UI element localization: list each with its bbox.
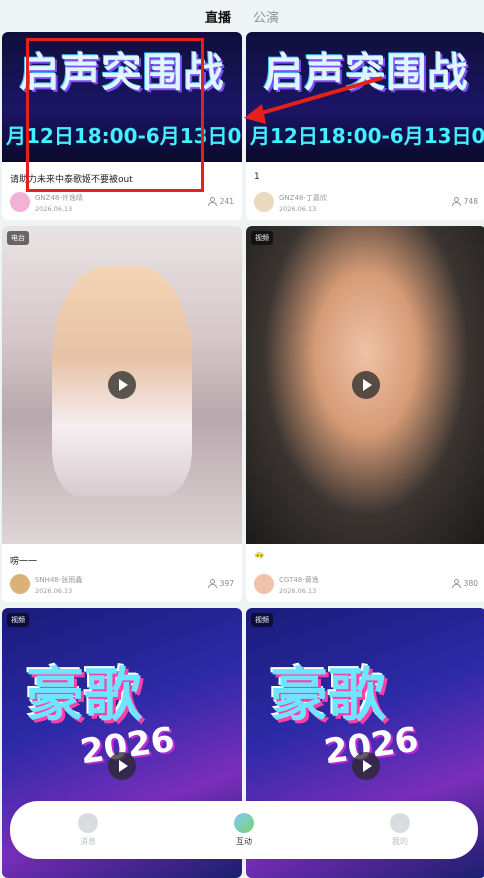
card-date: 2026.06.13 [35,205,73,213]
viewer-icon [207,579,217,588]
viewer-icon [451,579,461,588]
card-date: 2026.06.13 [35,587,73,595]
live-card[interactable]: 电台 唠一一 SNH48-张雨鑫 2026.06.13 397 [2,226,242,602]
play-button[interactable] [108,371,136,399]
card-thumbnail [2,226,242,544]
play-button[interactable] [108,752,136,780]
avatar [10,574,30,594]
view-count: 380 [451,579,478,588]
card-title: 唠一一 [10,557,38,567]
poster-title: 豪歌 [270,661,387,729]
card-title: 😶‍🌫️ [254,552,266,562]
card-thumbnail [246,226,484,544]
card-author: SNH48-张雨鑫 [35,576,83,584]
arrow-head [244,104,266,124]
annotation-arrow [244,76,383,124]
nav-messages[interactable]: 消息 [43,813,133,847]
profile-icon [390,813,410,833]
play-button[interactable] [352,752,380,780]
nav-label: 互动 [236,837,252,846]
card-date: 2026.06.13 [279,587,317,595]
nav-label: 消息 [80,837,96,846]
planet-icon [234,813,254,833]
category-badge: 视频 [7,613,29,627]
arrow-line [257,76,383,116]
chat-icon [78,813,98,833]
poster-title: 豪歌 [26,661,143,729]
nav-interact[interactable]: 互动 [199,813,289,847]
card-date: 2026.06.13 [279,205,317,213]
nav-label: 我的 [392,837,408,846]
category-badge: 视频 [251,613,273,627]
category-badge: 视频 [251,231,273,245]
avatar [254,574,274,594]
play-button[interactable] [352,371,380,399]
nav-profile[interactable]: 我的 [355,813,445,847]
category-badge: 电台 [7,231,29,245]
bottom-navigation: 消息 互动 我的 [10,801,478,859]
live-card[interactable]: 视频 😶‍🌫️ CGT48-黄逸 2026.06.13 380 [246,226,484,602]
view-count: 397 [207,579,234,588]
card-author: CGT48-黄逸 [279,576,319,584]
